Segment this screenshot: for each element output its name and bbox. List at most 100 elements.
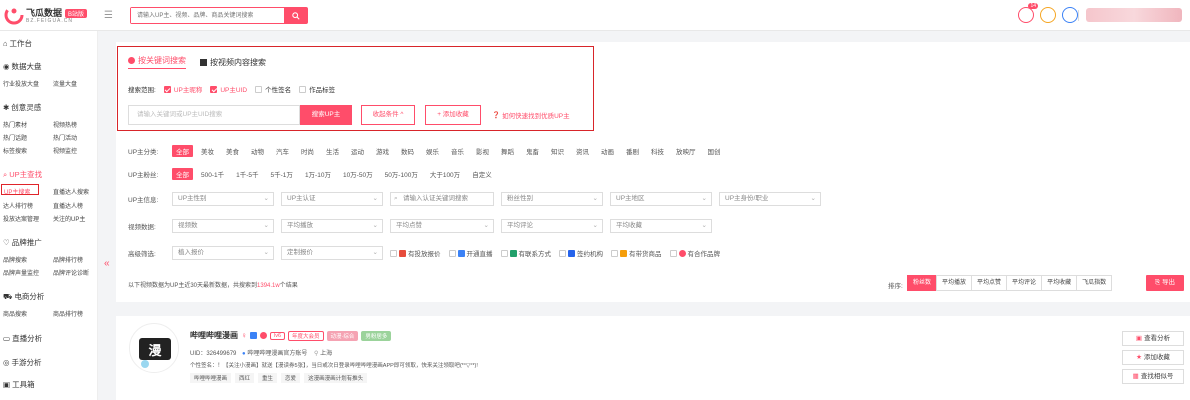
implant-quote-select[interactable]: 植入报价 ⌄ <box>172 246 274 260</box>
user-account[interactable] <box>1086 8 1182 22</box>
coin-icon[interactable] <box>1040 7 1056 23</box>
up-tag[interactable]: 西红 <box>235 373 255 383</box>
sidebar-creative[interactable]: ✱ 创意灵感 <box>3 102 41 113</box>
category-chip[interactable]: 美妆 <box>197 145 218 157</box>
collapse-conditions-button[interactable]: 收起条件 ^ <box>361 105 415 125</box>
category-chip[interactable]: 舞蹈 <box>497 145 518 157</box>
up-tag[interactable]: 哔哩哔哩漫画 <box>190 373 232 383</box>
search-up-button[interactable]: 搜索UP主 <box>300 105 352 125</box>
category-chip[interactable]: 生活 <box>322 145 343 157</box>
sort-option[interactable]: 平均收藏 <box>1041 275 1078 291</box>
checkbox[interactable] <box>559 249 566 257</box>
sidebar-game[interactable]: ◎ 手游分析 <box>3 357 42 368</box>
sidebar-item-brand-search[interactable]: 品牌搜索 <box>3 255 27 264</box>
up-occupation-select[interactable]: UP主身份/职业 ⌄ <box>719 192 821 206</box>
sort-option[interactable]: 平均评论 <box>1006 275 1043 291</box>
up-gender-select[interactable]: UP主性别 ⌄ <box>172 192 274 206</box>
up-tag[interactable]: 恋爱 <box>281 373 301 383</box>
sidebar-item-case-manage[interactable]: 投放达案管理 <box>3 214 39 223</box>
avg-comment-select[interactable]: 平均评论 ⌄ <box>501 219 603 233</box>
add-favorite-button[interactable]: + 添加收藏 <box>425 105 481 125</box>
category-chip[interactable]: 资讯 <box>572 145 593 157</box>
fans-range-chip[interactable]: 大于100万 <box>426 168 464 180</box>
fans-range-chip[interactable]: 自定义 <box>468 168 496 180</box>
message-icon[interactable]: 14 <box>1018 3 1038 23</box>
add-favorite-up-button[interactable]: ★ 添加收藏 <box>1122 350 1184 365</box>
sidebar-item-video-hot[interactable]: 视频热榜 <box>53 120 77 129</box>
sidebar-item-video-monitor[interactable]: 视频监控 <box>53 146 77 155</box>
fans-gender-select[interactable]: 粉丝性别 ⌄ <box>501 192 603 206</box>
up-tag[interactable]: 这漫画漫画计划有推头 <box>304 373 368 383</box>
fans-range-chip[interactable]: 1千-5千 <box>232 168 262 180</box>
checkbox[interactable] <box>390 249 397 257</box>
checkbox[interactable] <box>255 85 263 93</box>
help-link[interactable]: ❓ 如何快速找到优质UP主 <box>492 110 570 120</box>
avg-like-select[interactable]: 平均点赞 ⌄ <box>390 219 494 233</box>
export-button[interactable]: ⎘ 导出 <box>1146 275 1184 291</box>
fans-range-chip[interactable]: 10万-50万 <box>339 168 377 180</box>
find-similar-button[interactable]: ▦ 查找相似号 <box>1122 369 1184 384</box>
signed-agency-check[interactable]: 签约机构 <box>559 248 603 258</box>
fans-range-chip[interactable]: 全部 <box>172 168 193 180</box>
fans-range-chip[interactable]: 1万-10万 <box>301 168 335 180</box>
category-chip[interactable]: 美食 <box>222 145 243 157</box>
up-tag[interactable]: 重生 <box>258 373 278 383</box>
scope-nickname[interactable]: UP主昵称 <box>163 84 202 94</box>
scope-signature[interactable]: 个性签名 <box>255 84 291 94</box>
collapse-sidebar-icon[interactable]: « <box>104 258 110 269</box>
category-chip[interactable]: 数码 <box>397 145 418 157</box>
sidebar-up-search[interactable]: ⌕ UP主查找 <box>3 169 42 180</box>
category-chip[interactable]: 国创 <box>704 145 725 157</box>
video-count-select[interactable]: 视频数 ⌄ <box>172 219 274 233</box>
scope-uid[interactable]: UP主UID <box>210 84 247 94</box>
category-chip[interactable]: 时尚 <box>297 145 318 157</box>
checkbox[interactable] <box>163 85 171 93</box>
avg-play-select[interactable]: 平均播放 ⌄ <box>281 219 383 233</box>
sidebar-item-followed-up[interactable]: 关注的UP主 <box>53 214 85 223</box>
view-analysis-button[interactable]: ▣ 查看分析 <box>1122 331 1184 346</box>
avg-fav-select[interactable]: 平均收藏 ⌄ <box>610 219 712 233</box>
category-chip[interactable]: 音乐 <box>447 145 468 157</box>
fans-range-chip[interactable]: 50万-100万 <box>381 168 422 180</box>
sidebar-item-hot-topic[interactable]: 热门话题 <box>3 133 27 142</box>
live-open-check[interactable]: 开通直播 <box>448 248 493 258</box>
has-goods-check[interactable]: 有带货商品 <box>611 248 662 258</box>
category-chip[interactable]: 科技 <box>647 145 668 157</box>
sidebar-item-goods-search[interactable]: 商品搜索 <box>3 309 27 318</box>
category-chip[interactable]: 鬼畜 <box>522 145 543 157</box>
sort-option[interactable]: 平均点赞 <box>971 275 1008 291</box>
sidebar-brand[interactable]: ♡ 品牌推广 <box>3 237 42 248</box>
fans-range-chip[interactable]: 500-1千 <box>197 168 228 180</box>
sidebar-tools[interactable]: ▣ 工具箱 <box>3 379 35 390</box>
sort-option[interactable]: 平均播放 <box>936 275 973 291</box>
sidebar-item-industry[interactable]: 行业投放大盘 <box>3 79 39 88</box>
sidebar-item-goods-rank[interactable]: 商品排行榜 <box>53 309 83 318</box>
sidebar-item-live-search[interactable]: 直播达人搜索 <box>53 187 89 196</box>
tab-video-content[interactable]: 按视频内容搜索 <box>200 55 266 69</box>
sidebar-workbench[interactable]: ⌂ 工作台 <box>3 38 32 49</box>
sidebar-item-traffic[interactable]: 流量大盘 <box>53 79 77 88</box>
sidebar-item-brand-comment[interactable]: 品牌评论诊断 <box>53 268 89 277</box>
category-chip[interactable]: 运动 <box>347 145 368 157</box>
has-contact-check[interactable]: 有联系方式 <box>500 248 551 258</box>
sidebar-ecom[interactable]: ⛟ 电商分析 <box>3 291 44 302</box>
tab-keyword[interactable]: 按关键词搜索 <box>128 55 186 69</box>
category-chip[interactable]: 游戏 <box>372 145 393 157</box>
category-chip[interactable]: 动物 <box>247 145 268 157</box>
fans-range-chip[interactable]: 5千-1万 <box>267 168 297 180</box>
keyword-input[interactable]: 请输入关键词或UP主UID搜索 <box>128 105 300 125</box>
category-chip[interactable]: 知识 <box>547 145 568 157</box>
checkbox[interactable] <box>210 85 218 93</box>
sidebar-data-screen[interactable]: ◉ 数据大盘 <box>3 61 42 72</box>
category-chip[interactable]: 番剧 <box>622 145 643 157</box>
has-quote-check[interactable]: 有投放报价 <box>390 248 441 258</box>
category-chip[interactable]: 娱乐 <box>422 145 443 157</box>
sidebar-item-brand-rank[interactable]: 品牌排行榜 <box>53 255 83 264</box>
sidebar-item-tag-search[interactable]: 标签搜索 <box>3 146 27 155</box>
category-chip[interactable]: 全部 <box>172 145 193 157</box>
up-region-select[interactable]: UP主地区 ⌄ <box>610 192 712 206</box>
sidebar-item-up-rank[interactable]: 达人排行榜 <box>3 201 33 210</box>
checkbox[interactable] <box>669 249 677 257</box>
custom-quote-select[interactable]: 定制报价 ⌄ <box>281 246 383 260</box>
sidebar-live[interactable]: ▭ 直播分析 <box>3 333 42 344</box>
